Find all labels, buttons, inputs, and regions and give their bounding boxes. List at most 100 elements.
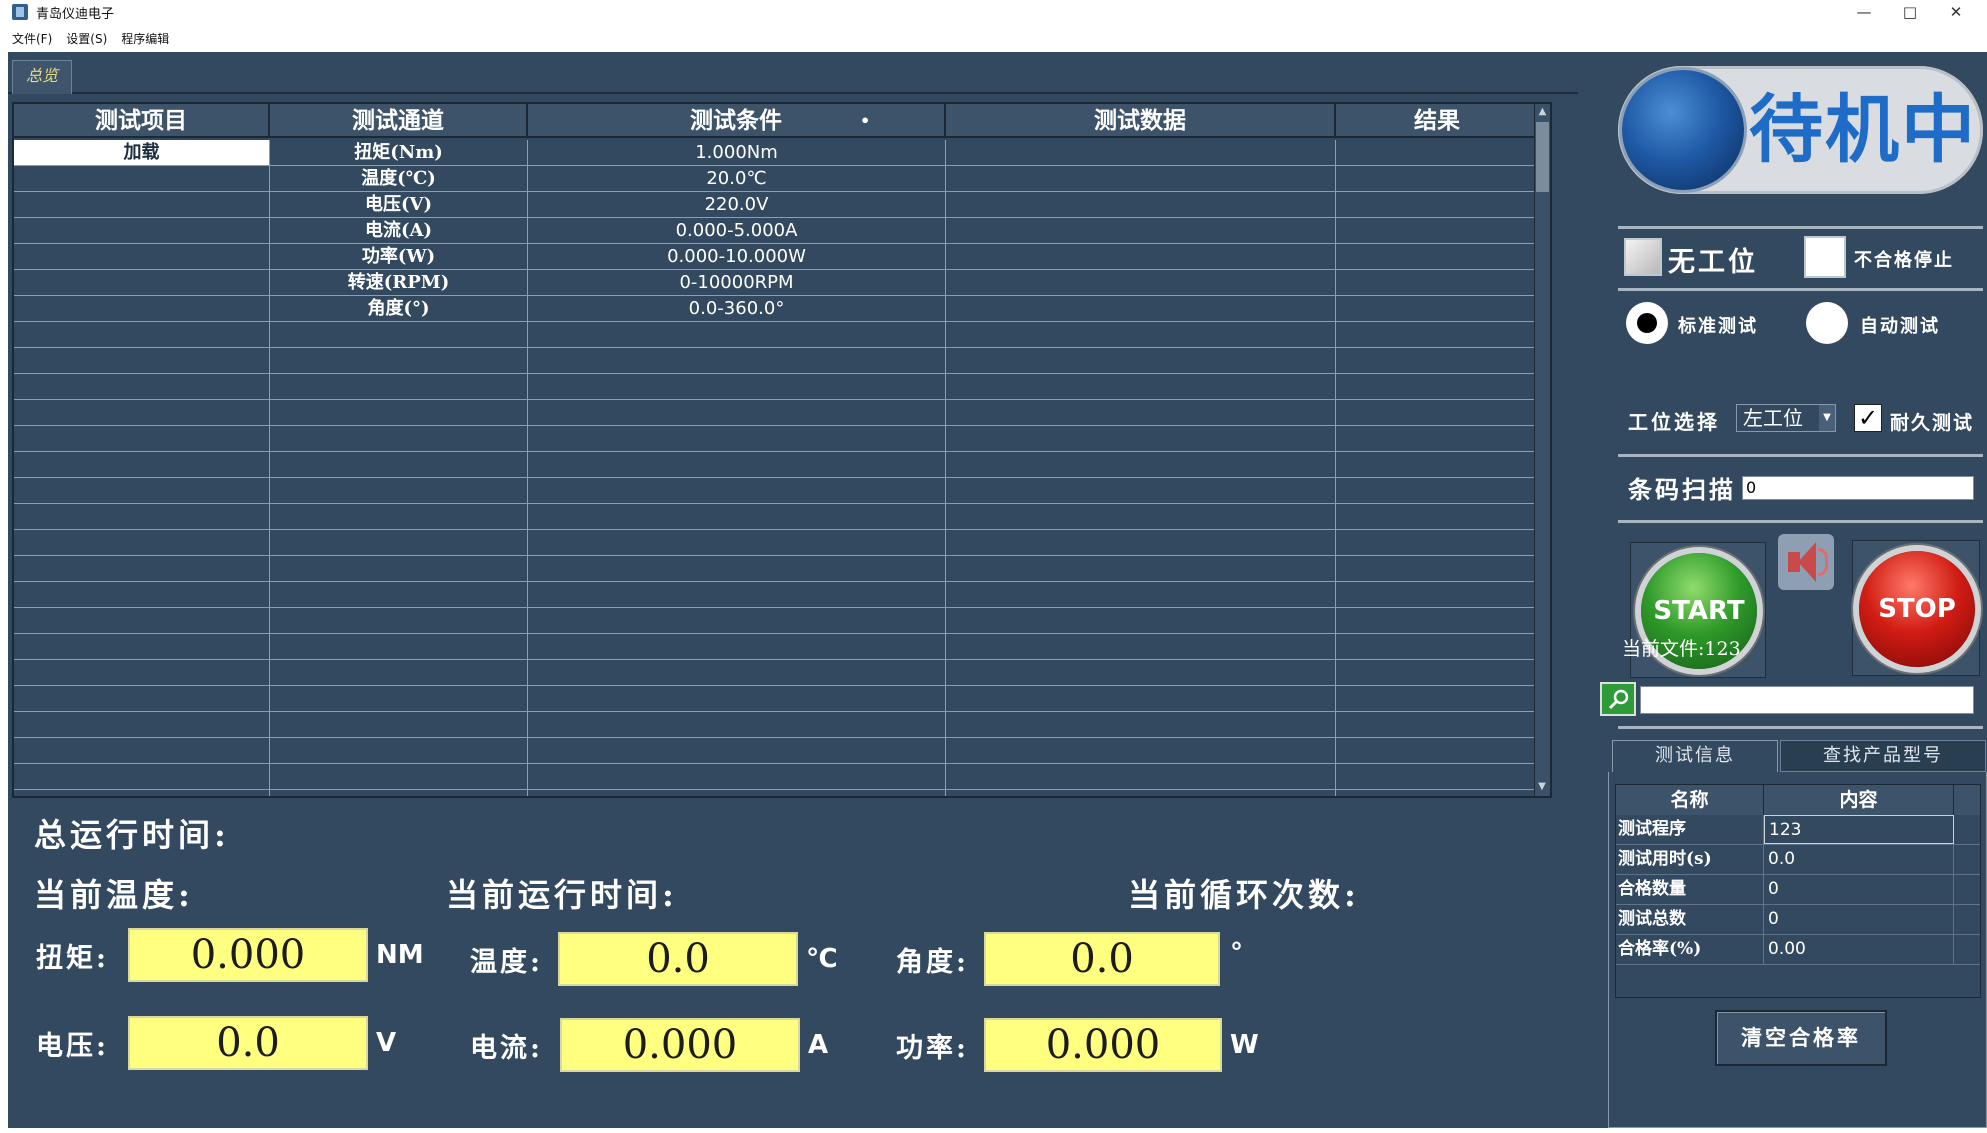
maximize-button[interactable]: □ <box>1887 3 1933 21</box>
cell-test-condition[interactable] <box>528 400 946 425</box>
cell-result[interactable] <box>1336 374 1538 399</box>
cell-test-item[interactable] <box>14 556 270 581</box>
cell-test-item[interactable] <box>14 452 270 477</box>
cell-test-condition[interactable] <box>528 608 946 633</box>
table-row[interactable] <box>14 374 1538 400</box>
cell-test-data[interactable] <box>946 400 1336 425</box>
cell-test-condition[interactable] <box>528 764 946 789</box>
cell-test-item[interactable] <box>14 296 270 321</box>
cell-result[interactable] <box>1336 452 1538 477</box>
cell-test-channel[interactable] <box>270 790 528 796</box>
cell-test-item[interactable] <box>14 322 270 347</box>
cell-result[interactable] <box>1336 686 1538 711</box>
cell-result[interactable] <box>1336 166 1538 191</box>
cell-test-data[interactable] <box>946 738 1336 763</box>
cell-result[interactable] <box>1336 556 1538 581</box>
cell-test-data[interactable] <box>946 244 1336 269</box>
cell-test-data[interactable] <box>946 426 1336 451</box>
cell-test-data[interactable] <box>946 660 1336 685</box>
station-select[interactable]: 左工位 ▼ <box>1736 404 1836 432</box>
cell-test-condition[interactable] <box>528 712 946 737</box>
cell-result[interactable] <box>1336 348 1538 373</box>
table-row[interactable] <box>14 634 1538 660</box>
cell-test-item[interactable] <box>14 478 270 503</box>
scroll-thumb[interactable] <box>1536 122 1549 192</box>
minimize-button[interactable]: — <box>1841 3 1887 21</box>
cell-test-data[interactable] <box>946 582 1336 607</box>
cell-test-channel[interactable] <box>270 504 528 529</box>
cell-result[interactable] <box>1336 738 1538 763</box>
table-row[interactable] <box>14 608 1538 634</box>
cell-test-channel[interactable] <box>270 764 528 789</box>
table-row[interactable] <box>14 556 1538 582</box>
cell-test-condition[interactable] <box>528 634 946 659</box>
table-row[interactable] <box>14 348 1538 374</box>
cell-result[interactable] <box>1336 192 1538 217</box>
header-test-channel[interactable]: 测试通道 <box>270 104 528 138</box>
cell-test-data[interactable] <box>946 504 1336 529</box>
table-row[interactable]: 转速(RPM) 0-10000RPM <box>14 270 1538 296</box>
standard-test-radio[interactable] <box>1626 302 1668 344</box>
cell-test-item[interactable] <box>14 634 270 659</box>
cell-test-item[interactable] <box>14 790 270 796</box>
info-row-value[interactable]: 0.00 <box>1764 935 1954 964</box>
cell-result[interactable] <box>1336 504 1538 529</box>
cell-test-item[interactable] <box>14 712 270 737</box>
cell-test-condition[interactable] <box>528 556 946 581</box>
cell-test-data[interactable] <box>946 374 1336 399</box>
cell-test-channel[interactable]: 电压(V) <box>270 192 528 217</box>
cell-test-condition[interactable] <box>528 504 946 529</box>
cell-result[interactable] <box>1336 790 1538 796</box>
table-row[interactable] <box>14 452 1538 478</box>
header-test-condition[interactable]: 测试条件 • <box>528 104 946 138</box>
cell-test-channel[interactable]: 扭矩(Nm) <box>270 140 528 165</box>
scroll-up-icon[interactable]: ▲ <box>1536 105 1550 119</box>
chevron-down-icon[interactable]: ▼ <box>1819 405 1835 431</box>
cell-result[interactable] <box>1336 478 1538 503</box>
cell-test-channel[interactable] <box>270 452 528 477</box>
cell-test-channel[interactable]: 功率(W) <box>270 244 528 269</box>
cell-test-channel[interactable] <box>270 374 528 399</box>
cell-test-channel[interactable] <box>270 738 528 763</box>
table-row[interactable]: 功率(W) 0.000-10.000W <box>14 244 1538 270</box>
cell-test-channel[interactable] <box>270 582 528 607</box>
cell-test-data[interactable] <box>946 192 1336 217</box>
cell-test-channel[interactable] <box>270 530 528 555</box>
table-row[interactable] <box>14 582 1538 608</box>
cell-test-data[interactable] <box>946 322 1336 347</box>
header-result[interactable]: 结果 <box>1336 104 1538 138</box>
cell-test-data[interactable] <box>946 218 1336 243</box>
header-test-item[interactable]: 测试项目 <box>14 104 270 138</box>
cell-result[interactable] <box>1336 322 1538 347</box>
cell-test-condition[interactable]: 0.000-10.000W <box>528 244 946 269</box>
table-row[interactable] <box>14 478 1538 504</box>
table-row[interactable] <box>14 504 1538 530</box>
table-row[interactable]: 电压(V) 220.0V <box>14 192 1538 218</box>
cell-result[interactable] <box>1336 634 1538 659</box>
cell-test-condition[interactable]: 0.0-360.0° <box>528 296 946 321</box>
cell-test-item[interactable] <box>14 530 270 555</box>
table-row[interactable] <box>14 660 1538 686</box>
cell-test-data[interactable] <box>946 764 1336 789</box>
cell-result[interactable] <box>1336 270 1538 295</box>
table-row[interactable]: 电流(A) 0.000-5.000A <box>14 218 1538 244</box>
cell-test-item[interactable]: 加载 <box>14 140 270 165</box>
tab-find-product-model[interactable]: 查找产品型号 <box>1780 740 1986 772</box>
cell-test-condition[interactable]: 20.0℃ <box>528 166 946 191</box>
cell-test-data[interactable] <box>946 452 1336 477</box>
cell-test-data[interactable] <box>946 790 1336 796</box>
table-row[interactable]: 加载 扭矩(Nm) 1.000Nm <box>14 140 1538 166</box>
cell-test-condition[interactable] <box>528 738 946 763</box>
cell-test-data[interactable] <box>946 348 1336 373</box>
header-test-data[interactable]: 测试数据 <box>946 104 1336 138</box>
cell-test-channel[interactable] <box>270 426 528 451</box>
cell-test-channel[interactable] <box>270 634 528 659</box>
cell-test-channel[interactable]: 角度(°) <box>270 296 528 321</box>
cell-result[interactable] <box>1336 582 1538 607</box>
clear-pass-rate-button[interactable]: 清空合格率 <box>1715 1010 1887 1066</box>
cell-test-data[interactable] <box>946 556 1336 581</box>
cell-test-condition[interactable]: 0.000-5.000A <box>528 218 946 243</box>
cell-test-item[interactable] <box>14 348 270 373</box>
cell-test-data[interactable] <box>946 270 1336 295</box>
menu-settings[interactable]: 设置(S) <box>66 30 107 47</box>
